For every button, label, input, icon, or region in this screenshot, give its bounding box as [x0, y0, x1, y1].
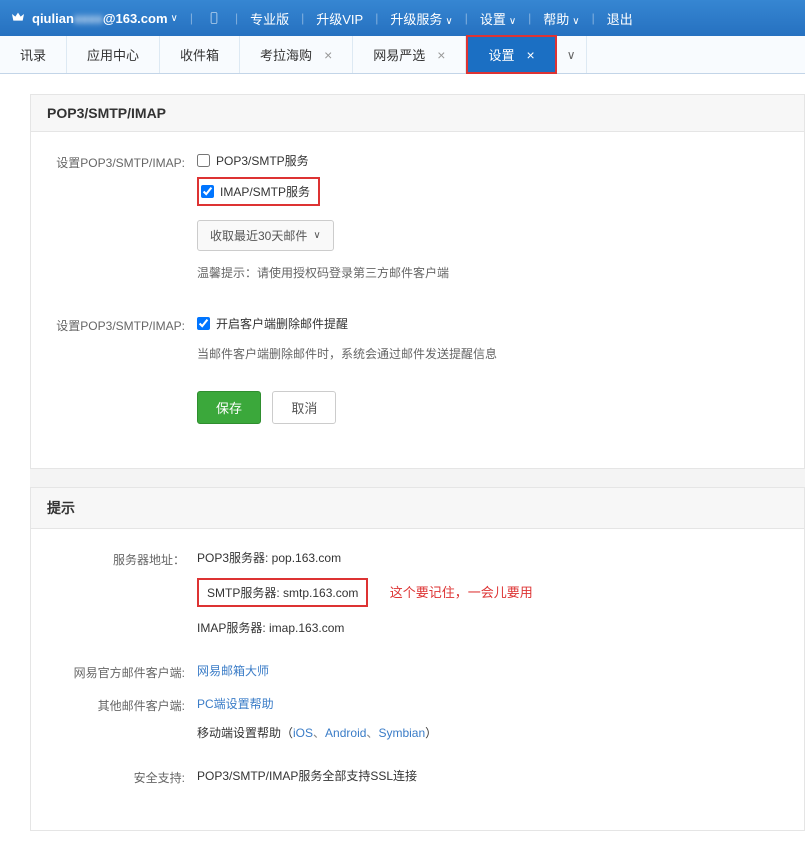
save-button[interactable]: 保存	[197, 391, 261, 424]
tab-apps[interactable]: 应用中心	[67, 36, 160, 73]
checkbox-imap[interactable]	[201, 185, 214, 198]
chevron-down-icon[interactable]: ∨	[171, 13, 178, 24]
section-title-pop3: POP3/SMTP/IMAP	[30, 94, 805, 132]
tab-yanxuan[interactable]: 网易严选×	[353, 36, 466, 73]
label-official-client: 网易官方邮件客户端:	[47, 662, 197, 681]
label-set-protocol: 设置POP3/SMTP/IMAP:	[47, 152, 197, 285]
ssl-support-text: POP3/SMTP/IMAP服务全部支持SSL连接	[197, 769, 417, 783]
mobile-help-text: 移动端设置帮助（	[197, 726, 293, 740]
tab-bar: 讯录 应用中心 收件箱 考拉海购× 网易严选× 设置× ∨	[0, 36, 805, 74]
tab-contacts[interactable]: 讯录	[0, 36, 67, 73]
link-symbian[interactable]: Symbian	[378, 726, 425, 740]
cancel-button[interactable]: 取消	[272, 391, 336, 424]
link-pc-help[interactable]: PC端设置帮助	[197, 697, 274, 711]
label-other-client: 其他邮件客户端:	[47, 695, 197, 753]
link-ios[interactable]: iOS	[293, 726, 313, 740]
checkbox-label-imap: IMAP/SMTP服务	[220, 183, 310, 200]
checkbox-label-delete-alert: 开启客户端删除邮件提醒	[216, 315, 348, 332]
label-server: 服务器地址：	[47, 549, 197, 648]
imap-server: IMAP服务器: imap.163.com	[197, 619, 788, 636]
crown-icon	[10, 10, 26, 26]
annotation-remember: 这个要记住，一会儿要用	[390, 585, 533, 600]
section-body-tips: 服务器地址： POP3服务器: pop.163.com SMTP服务器: smt…	[30, 529, 805, 831]
checkbox-pop3[interactable]	[197, 154, 210, 167]
header-link-help[interactable]: 帮助∨	[543, 9, 579, 28]
checkbox-delete-alert[interactable]	[197, 317, 210, 330]
section-body-protocols: 设置POP3/SMTP/IMAP: POP3/SMTP服务 IMAP/SMTP服…	[30, 132, 805, 469]
header-link-settings[interactable]: 设置∨	[480, 9, 516, 28]
header-link-logout[interactable]: 退出	[607, 9, 633, 28]
chevron-down-icon: ∨	[567, 48, 576, 62]
pop3-server: POP3服务器: pop.163.com	[197, 549, 788, 566]
checkbox-label-pop3: POP3/SMTP服务	[216, 152, 309, 169]
link-mailmaster[interactable]: 网易邮箱大师	[197, 664, 269, 678]
user-email[interactable]: qiulianxxxx@163.com	[32, 11, 168, 26]
top-header: qiulianxxxx@163.com ∨ | | 专业版 | 升级VIP | …	[0, 0, 805, 36]
close-icon[interactable]: ×	[437, 47, 445, 63]
section-title-tips: 提示	[30, 487, 805, 529]
mobile-icon[interactable]	[207, 11, 221, 25]
tab-kaola[interactable]: 考拉海购×	[240, 36, 353, 73]
hint-authcode: 温馨提示：请使用授权码登录第三方邮件客户端	[197, 263, 788, 285]
label-ssl: 安全支持:	[47, 767, 197, 786]
content-area: POP3/SMTP/IMAP 设置POP3/SMTP/IMAP: POP3/SM…	[0, 74, 805, 851]
close-icon[interactable]: ×	[324, 47, 332, 63]
link-android[interactable]: Android	[325, 726, 366, 740]
dropdown-mail-range[interactable]: 收取最近30天邮件 ∨	[197, 220, 334, 251]
header-link-upgrade[interactable]: 升级服务∨	[390, 9, 452, 28]
close-icon[interactable]: ×	[526, 47, 534, 63]
header-link-vip[interactable]: 升级VIP	[316, 9, 363, 28]
tab-overflow[interactable]: ∨	[557, 36, 587, 73]
header-link-pro[interactable]: 专业版	[250, 9, 289, 28]
hint-delete: 当邮件客户端删除邮件时，系统会通过邮件发送提醒信息	[197, 344, 788, 366]
label-set-protocol2: 设置POP3/SMTP/IMAP:	[47, 315, 197, 366]
tab-settings[interactable]: 设置×	[466, 35, 556, 74]
smtp-server: SMTP服务器: smtp.163.com	[197, 578, 368, 607]
tab-inbox[interactable]: 收件箱	[160, 36, 240, 73]
chevron-down-icon: ∨	[313, 230, 320, 241]
